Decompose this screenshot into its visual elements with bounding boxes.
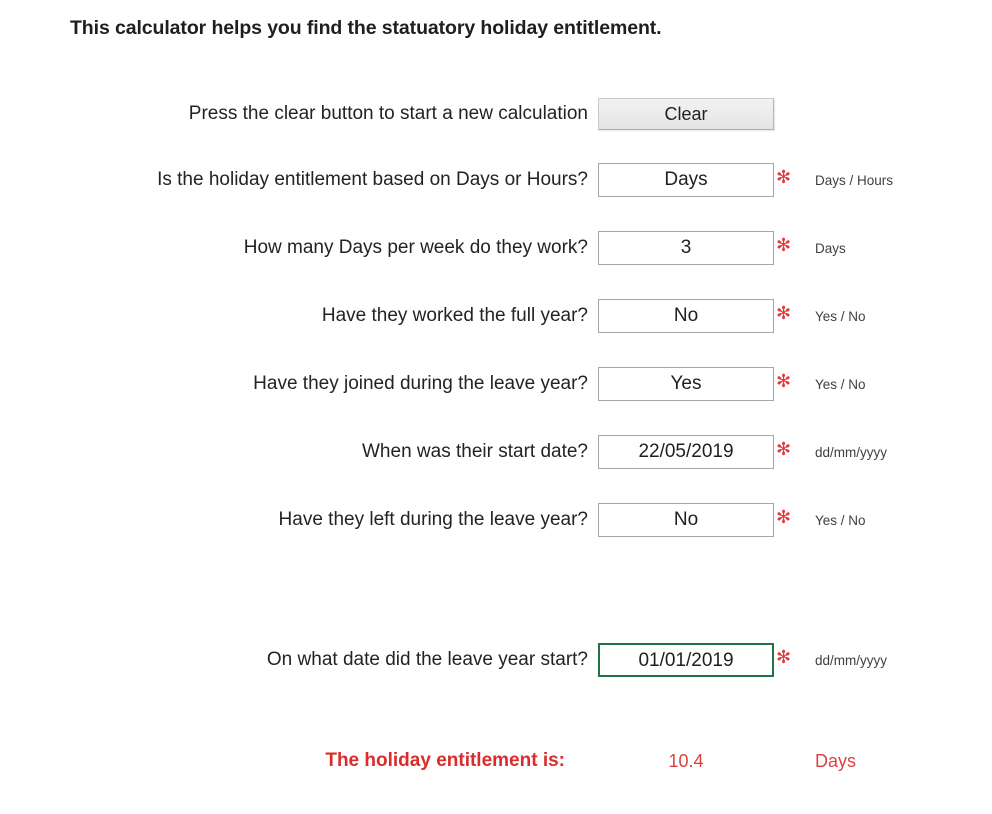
required-asterisk-icon: ✻ [776, 235, 792, 256]
field-hint: Yes / No [815, 377, 866, 392]
required-asterisk-icon: ✻ [776, 167, 792, 188]
field-row: Have they left during the leave year? No ✻… [0, 503, 992, 537]
field-hint: dd/mm/yyyy [815, 445, 888, 460]
result-value: 10.4 [668, 751, 704, 771]
result-row: The holiday entitlement is: 10.4 Days [0, 744, 992, 778]
field-label: Have they worked the full year? [321, 305, 588, 326]
required-asterisk-icon: ✻ [776, 647, 792, 668]
clear-row: Press the clear button to start a new ca… [0, 97, 992, 131]
field-row: Have they worked the full year? No ✻ Yes / … [0, 299, 992, 333]
field-row: Is the holiday entitlement based on Days… [0, 163, 992, 197]
field-label: When was their start date? [362, 441, 588, 462]
field-hint: Yes / No [815, 513, 866, 528]
field-input[interactable]: Days [598, 163, 774, 197]
field-row: Have they joined during the leave year? Y… [0, 367, 992, 401]
field-input[interactable]: 01/01/2019 [598, 643, 774, 677]
required-asterisk-icon: ✻ [776, 303, 792, 324]
field-label: Have they left during the leave year? [278, 509, 588, 530]
page-title: This calculator helps you find the statu… [70, 17, 662, 39]
field-hint: Days [815, 241, 846, 256]
result-label: The holiday entitlement is: [325, 750, 565, 771]
field-input[interactable]: Yes [598, 367, 774, 401]
field-label: How many Days per week do they work? [243, 237, 588, 258]
clear-row-label: Press the clear button to start a new ca… [188, 103, 588, 124]
field-label: Is the holiday entitlement based on Days… [157, 169, 588, 190]
field-input[interactable]: No [598, 299, 774, 333]
field-label: On what date did the leave year start? [266, 649, 588, 670]
field-input[interactable]: 22/05/2019 [598, 435, 774, 469]
field-input[interactable]: 3 [598, 231, 774, 265]
required-asterisk-icon: ✻ [776, 439, 792, 460]
result-unit: Days [815, 751, 857, 771]
field-hint: Yes / No [815, 309, 866, 324]
field-row: When was their start date? 22/05/2019 ✻ dd/… [0, 435, 992, 469]
field-row: On what date did the leave year start? 01… [0, 643, 992, 677]
field-row: How many Days per week do they work? 3 ✻ Da… [0, 231, 992, 265]
field-label: Have they joined during the leave year? [253, 373, 588, 394]
required-asterisk-icon: ✻ [776, 507, 792, 528]
clear-button[interactable]: Clear [598, 98, 774, 130]
field-input[interactable]: No [598, 503, 774, 537]
field-hint: Days / Hours [815, 173, 894, 188]
required-asterisk-icon: ✻ [776, 371, 792, 392]
field-hint: dd/mm/yyyy [815, 653, 888, 668]
